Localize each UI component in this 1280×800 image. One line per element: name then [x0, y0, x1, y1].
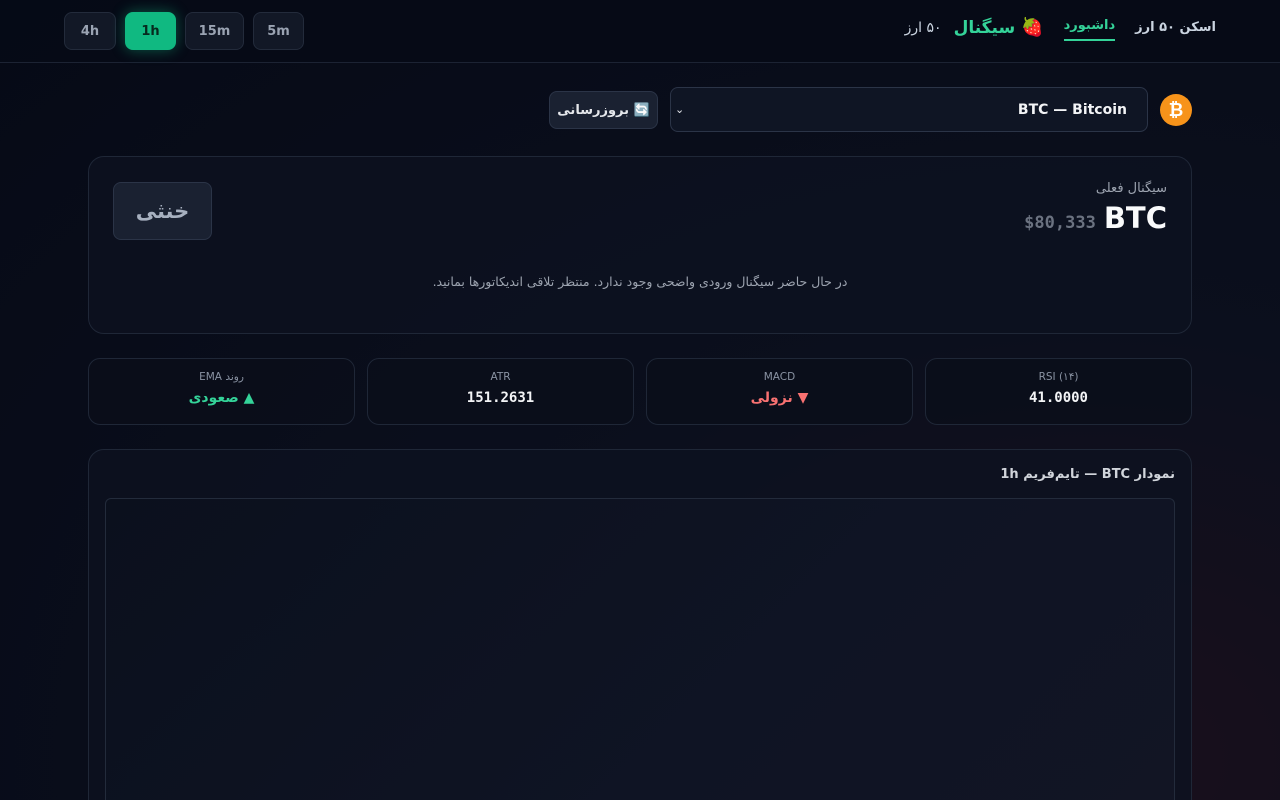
refresh-button[interactable]: 🔄 بروزرسانی	[549, 91, 658, 129]
signal-symbol: BTC	[1103, 201, 1167, 235]
indicator-ema-trend: روند EMA ▲ صعودی	[88, 358, 355, 425]
timeframe-15m-button[interactable]: 15m	[185, 12, 244, 50]
main-nav: 🍓 سیگنال ۵۰ ارز داشبورد اسکن ۵۰ ارز	[905, 14, 1216, 41]
nav-scan[interactable]: اسکن ۵۰ ارز	[1135, 16, 1216, 39]
signal-label: سیگنال فعلی	[1095, 181, 1167, 196]
signal-card: سیگنال فعلی $80,333 BTC خنثی در حال حاضر…	[88, 156, 1192, 334]
strawberry-icon: 🍓	[1021, 17, 1044, 38]
timeframe-4h-button[interactable]: 4h	[64, 12, 116, 50]
indicator-value: ▼ نزولی	[750, 390, 809, 406]
coin-select[interactable]: ⌄ BTC — Bitcoin	[670, 87, 1148, 132]
indicator-macd: MACD ▼ نزولی	[646, 358, 913, 425]
indicator-label: روند EMA	[199, 371, 244, 383]
indicator-label: MACD	[763, 371, 796, 383]
indicator-atr: ATR 151.2631	[367, 358, 634, 425]
brand-logo[interactable]: 🍓 سیگنال ۵۰ ارز	[905, 17, 1044, 38]
chevron-down-icon: ⌄	[675, 103, 685, 116]
top-header: 4h 1h 15m 5m 🍓 سیگنال ۵۰ ارز داشبورد اسک…	[0, 0, 1280, 63]
signal-message: در حال حاضر سیگنال ورودی واضحی وجود ندار…	[432, 274, 848, 289]
indicator-value: ▲ صعودی	[188, 390, 255, 406]
indicator-value: 151.2631	[466, 390, 535, 406]
coin-select-value: BTC — Bitcoin	[1017, 101, 1127, 118]
brand-subtitle: ۵۰ ارز	[904, 19, 942, 36]
price-chart-canvas[interactable]	[105, 498, 1175, 800]
timeframe-selector: 4h 1h 15m 5m	[64, 12, 304, 50]
timeframe-1h-button[interactable]: 1h	[125, 12, 176, 50]
signal-state-badge: خنثی	[113, 182, 212, 240]
nav-dashboard[interactable]: داشبورد	[1063, 14, 1116, 41]
indicator-label: RSI (۱۴)	[1038, 371, 1079, 383]
bitcoin-icon: ₿	[1160, 94, 1192, 126]
current-price: $80,333	[1024, 213, 1096, 233]
indicator-label: ATR	[490, 371, 511, 383]
indicator-value: 41.0000	[1028, 390, 1088, 406]
brand-title: سیگنال	[953, 17, 1016, 38]
timeframe-5m-button[interactable]: 5m	[253, 12, 304, 50]
indicator-rsi: RSI (۱۴) 41.0000	[925, 358, 1192, 425]
chart-card: نمودار BTC — تایم‌فریم 1h	[88, 449, 1192, 800]
chart-title: نمودار BTC — تایم‌فریم 1h	[1000, 467, 1175, 482]
signal-symbol-row: $80,333 BTC	[1024, 201, 1167, 235]
